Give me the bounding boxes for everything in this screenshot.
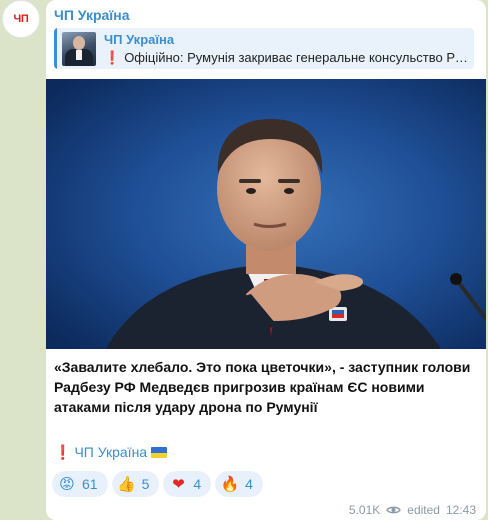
exclamation-icon: ❗ <box>54 444 72 460</box>
message-caption: «Завалите хлебало. Это пока цветочки», -… <box>54 359 471 415</box>
views-count: 5.01K <box>348 503 381 517</box>
avatar-text: ЧП <box>13 13 29 25</box>
reply-thumbnail <box>62 32 96 66</box>
heart-icon: ❤ <box>172 475 185 493</box>
message-bubble: ЧП Україна ЧП Україна ❗ Офіційно: Румунія… <box>46 0 486 520</box>
channel-name[interactable]: ЧП Україна <box>54 7 130 23</box>
reaction-heart[interactable]: ❤ 4 <box>163 471 212 497</box>
message-footer: 5.01K edited 12:43 <box>349 503 476 517</box>
reply-snippet: Офіційно: Румунія закриває генеральне ко… <box>124 50 470 65</box>
angry-face-icon: 😡 <box>59 475 75 493</box>
reaction-thumbs-up[interactable]: 👍 5 <box>111 471 160 497</box>
reaction-count: 61 <box>82 476 98 492</box>
signature-name: ЧП Україна <box>74 444 148 460</box>
reaction-count: 4 <box>245 476 253 492</box>
edited-label: edited <box>407 503 440 517</box>
photo-illustration <box>46 79 486 349</box>
reaction-angry[interactable]: 😡 61 <box>52 471 108 497</box>
reactions-bar: 😡 61 👍 5 ❤ 4 🔥 4 <box>52 471 263 497</box>
reaction-count: 5 <box>141 476 150 492</box>
thumbs-up-icon: 👍 <box>117 475 136 493</box>
message-photo[interactable] <box>46 79 486 349</box>
exclamation-icon: ❗ <box>104 50 121 65</box>
channel-avatar[interactable]: ЧП <box>2 0 40 38</box>
reply-accent-bar <box>54 28 57 69</box>
reply-text: ❗ Офіційно: Румунія закриває генеральне к… <box>104 50 470 66</box>
reaction-fire[interactable]: 🔥 4 <box>215 471 263 497</box>
ukraine-flag-icon <box>151 447 168 458</box>
fire-icon: 🔥 <box>220 475 240 493</box>
message-time: 12:43 <box>445 503 476 517</box>
reply-title: ЧП Україна <box>104 32 175 47</box>
reaction-count: 4 <box>193 476 202 492</box>
channel-signature[interactable]: ❗ ЧП Україна <box>54 444 168 461</box>
eye-icon <box>386 506 402 514</box>
reply-preview[interactable]: ЧП Україна ❗ Офіційно: Румунія закриває г… <box>54 28 474 69</box>
